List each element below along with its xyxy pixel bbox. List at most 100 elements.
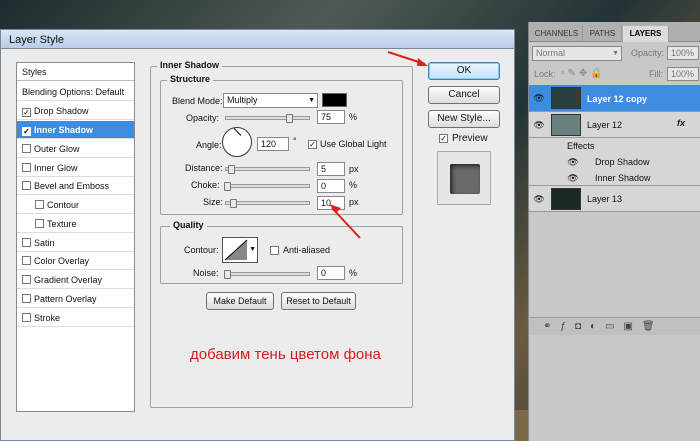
tab-layers[interactable]: LAYERS	[623, 26, 669, 42]
quality-title: Quality	[170, 220, 207, 230]
structure-title: Structure	[167, 74, 214, 84]
contour-curve-icon	[224, 239, 248, 261]
size-slider[interactable]	[225, 201, 310, 205]
style-item-gradient-overlay[interactable]: Gradient Overlay	[17, 271, 134, 289]
new-style-button[interactable]: New Style...	[428, 110, 500, 128]
eye-icon[interactable]: 👁	[567, 173, 579, 183]
pattern-overlay-checkbox[interactable]	[22, 294, 31, 303]
satin-checkbox[interactable]	[22, 238, 31, 247]
contour-picker[interactable]: ▼	[222, 237, 258, 263]
stroke-checkbox[interactable]	[22, 313, 31, 322]
tab-paths[interactable]: PATHS	[584, 26, 622, 42]
styles-header[interactable]: Styles	[17, 63, 134, 81]
use-global-light-checkbox[interactable]: ✓	[308, 140, 317, 149]
texture-checkbox[interactable]	[35, 219, 44, 228]
blend-mode-select[interactable]: Multiply ▼	[223, 93, 318, 108]
style-item-stroke[interactable]: Stroke	[17, 309, 134, 327]
fx-icon[interactable]: fx	[677, 118, 685, 128]
make-default-button[interactable]: Make Default	[206, 292, 274, 310]
eye-icon[interactable]: 👁	[533, 194, 545, 204]
use-global-light-label: Use Global Light	[320, 139, 387, 149]
lock-icons[interactable]: ▫✎✥🔒	[561, 68, 606, 79]
angle-dial[interactable]	[222, 127, 252, 157]
effect-drop-shadow[interactable]: 👁 Drop Shadow	[529, 154, 700, 170]
ok-button[interactable]: OK	[428, 62, 500, 80]
layer-row-layer-12-copy[interactable]: 👁 Layer 12 copy	[529, 85, 700, 112]
eye-icon[interactable]: 👁	[567, 157, 579, 167]
layer-row-layer-12[interactable]: 👁 Layer 12 fx	[529, 112, 700, 138]
opacity-slider-thumb[interactable]	[286, 114, 293, 123]
choke-slider-thumb[interactable]	[224, 182, 231, 191]
style-item-blending-options[interactable]: Blending Options: Default	[17, 83, 134, 101]
style-item-outer-glow[interactable]: Outer Glow	[17, 140, 134, 158]
size-unit: px	[349, 197, 359, 207]
choke-slider[interactable]	[225, 184, 310, 188]
layer-thumbnail	[551, 188, 581, 210]
noise-slider-thumb[interactable]	[224, 270, 231, 279]
inner-glow-checkbox[interactable]	[22, 163, 31, 172]
drop-shadow-checkbox[interactable]: ✓	[22, 108, 31, 117]
panel-footer-icons[interactable]: ⚭ƒ◘◐▭▣🗑	[543, 321, 664, 332]
fill-input[interactable]: 100%	[667, 67, 699, 81]
angle-label: Angle:	[196, 140, 222, 150]
cancel-button[interactable]: Cancel	[428, 86, 500, 104]
style-item-satin[interactable]: Satin	[17, 234, 134, 252]
chevron-down-icon: ▼	[249, 246, 256, 253]
effect-name: Drop Shadow	[595, 157, 650, 167]
color-overlay-checkbox[interactable]	[22, 256, 31, 265]
tab-channels[interactable]: CHANNELS	[531, 26, 583, 42]
reset-default-button[interactable]: Reset to Default	[281, 292, 356, 310]
effects-row[interactable]: Effects	[529, 138, 700, 154]
preview-checkbox[interactable]: ✓	[439, 134, 448, 143]
bevel-emboss-checkbox[interactable]	[22, 181, 31, 190]
distance-slider[interactable]	[225, 167, 310, 171]
style-item-label: Contour	[47, 200, 80, 210]
distance-input[interactable]: 5	[317, 162, 345, 176]
eye-icon[interactable]: 👁	[533, 93, 545, 103]
effect-name: Inner Shadow	[595, 173, 651, 183]
style-item-inner-glow[interactable]: Inner Glow	[17, 159, 134, 177]
style-item-pattern-overlay[interactable]: Pattern Overlay	[17, 290, 134, 308]
style-item-color-overlay[interactable]: Color Overlay	[17, 252, 134, 270]
choke-input[interactable]: 0	[317, 179, 345, 193]
annotation-text: добавим тень цветом фона	[190, 346, 381, 363]
style-item-drop-shadow[interactable]: ✓ Drop Shadow	[17, 102, 134, 120]
eye-icon[interactable]: 👁	[533, 120, 545, 130]
distance-label: Distance:	[185, 163, 223, 173]
style-item-bevel-emboss[interactable]: Bevel and Emboss	[17, 177, 134, 195]
style-item-inner-shadow[interactable]: ✓ Inner Shadow	[17, 121, 134, 139]
anti-aliased-label: Anti-aliased	[283, 245, 331, 255]
layer-row-layer-13[interactable]: 👁 Layer 13	[529, 186, 700, 212]
layer-thumbnail	[551, 114, 581, 136]
outer-glow-checkbox[interactable]	[22, 144, 31, 153]
style-item-label: Satin	[34, 238, 55, 248]
style-item-label: Texture	[47, 219, 77, 229]
effect-inner-shadow[interactable]: 👁 Inner Shadow	[529, 170, 700, 186]
style-item-texture[interactable]: Texture	[17, 215, 134, 233]
preview-square	[450, 164, 480, 194]
blend-mode-dropdown[interactable]: Normal ▼	[532, 46, 622, 61]
opacity-input[interactable]: 75	[317, 110, 345, 124]
opacity-slider[interactable]	[225, 116, 310, 120]
shadow-color-swatch[interactable]	[322, 93, 347, 107]
size-input[interactable]: 10	[317, 196, 345, 210]
layer-name: Layer 12	[587, 120, 623, 130]
contour-checkbox[interactable]	[35, 200, 44, 209]
panel-tabs: CHANNELS PATHS LAYERS	[529, 22, 700, 42]
size-slider-thumb[interactable]	[230, 199, 237, 208]
anti-aliased-checkbox[interactable]	[270, 246, 279, 255]
angle-input[interactable]: 120	[257, 137, 289, 151]
blend-mode-label: Blend Mode:	[172, 96, 223, 106]
style-item-label: Gradient Overlay	[34, 275, 103, 285]
layers-panel: CHANNELS PATHS LAYERS Normal ▼ Opacity: 1…	[528, 22, 700, 441]
gradient-overlay-checkbox[interactable]	[22, 275, 31, 284]
noise-slider[interactable]	[225, 272, 310, 276]
distance-slider-thumb[interactable]	[228, 165, 235, 174]
inner-shadow-checkbox[interactable]: ✓	[22, 127, 31, 136]
style-item-label: Stroke	[34, 313, 61, 323]
noise-input[interactable]: 0	[317, 266, 345, 280]
angle-unit: °	[293, 136, 297, 146]
style-item-contour[interactable]: Contour	[17, 196, 134, 214]
chevron-down-icon: ▼	[612, 50, 619, 57]
layer-opacity-input[interactable]: 100%	[667, 46, 699, 60]
